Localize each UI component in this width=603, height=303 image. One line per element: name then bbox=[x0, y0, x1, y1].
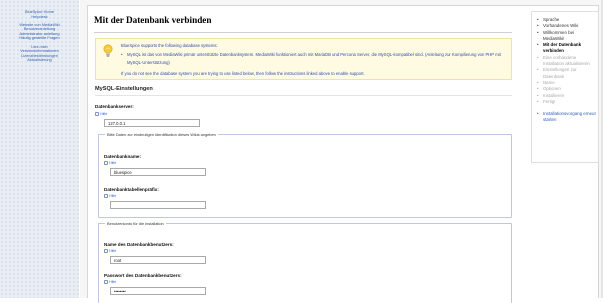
notice-mysql-bullet: MySQL ist das von MediaWiki primär unter… bbox=[121, 51, 505, 67]
db-server-input[interactable] bbox=[104, 119, 200, 127]
db-password-help-link[interactable]: Hilfe bbox=[104, 280, 116, 284]
database-support-notice: BlueSpice supports the following databas… bbox=[95, 38, 512, 80]
content-panel: Mit der Datenbank verbinden BlueSpice su… bbox=[87, 5, 599, 303]
main-area: Mit der Datenbank verbinden BlueSpice su… bbox=[80, 0, 603, 303]
notice-heading: BlueSpice supports the following databas… bbox=[121, 43, 218, 48]
help-label: Hilfe bbox=[109, 249, 117, 254]
wiki-identification-legend: Bitte Daten zur eindeutigen Identifikati… bbox=[105, 132, 218, 137]
db-server-label: Datenbankserver: bbox=[95, 104, 134, 109]
help-label: Hilfe bbox=[109, 161, 117, 166]
section-divider bbox=[95, 95, 512, 96]
installer-step-6: Einstellungen zur Datenbank bbox=[532, 67, 598, 80]
help-icon bbox=[95, 112, 99, 116]
help-icon bbox=[104, 194, 108, 198]
installer-step-5: Eine vorhandene Installation aktualisier… bbox=[532, 55, 598, 68]
installer-step-10: Fertig! bbox=[532, 99, 598, 106]
title-divider bbox=[94, 32, 512, 33]
left-sidebar: BlueSpice Home Helpdesk Website von Medi… bbox=[0, 0, 79, 298]
nav-link-upgrade[interactable]: Aktualisierung bbox=[0, 58, 79, 63]
restart-installation-link[interactable]: Installationsvorgang erneut starten bbox=[532, 111, 598, 124]
help-icon bbox=[104, 249, 108, 253]
installer-step-3[interactable]: Willkommen bei MediaWiki! bbox=[532, 30, 598, 43]
installer-step-4[interactable]: Mit der Datenbank verbinden bbox=[532, 42, 598, 55]
db-user-label: Name des Datenbankbenutzers: bbox=[104, 242, 174, 247]
help-icon bbox=[104, 161, 108, 165]
table-prefix-input[interactable] bbox=[110, 201, 206, 209]
page-title: Mit der Datenbank verbinden bbox=[94, 15, 212, 25]
db-password-label: Passwort des Datenbankbenutzers: bbox=[104, 273, 182, 278]
help-label: Hilfe bbox=[109, 194, 117, 199]
db-name-label: Datenbankname: bbox=[104, 154, 142, 159]
db-user-input[interactable] bbox=[110, 256, 206, 264]
mysql-settings-heading: MySQL-Einstellungen bbox=[95, 86, 153, 92]
help-label: Hilfe bbox=[100, 112, 108, 117]
install-account-legend: Benutzerkonto für die Installation bbox=[105, 221, 166, 226]
table-prefix-help-link[interactable]: Hilfe bbox=[104, 194, 116, 198]
help-icon bbox=[104, 280, 108, 284]
help-label: Hilfe bbox=[109, 280, 117, 285]
table-prefix-label: Datenbanktabellenpräfix: bbox=[104, 187, 159, 192]
installer-steps-panel: SpracheVorhandenes WikiWillkommen bei Me… bbox=[531, 11, 599, 163]
nav-link-faq[interactable]: Häufig gestellte Fragen bbox=[0, 36, 79, 41]
lightbulb-icon bbox=[103, 44, 113, 57]
db-name-help-link[interactable]: Hilfe bbox=[104, 161, 116, 165]
left-nav-list: BlueSpice Home Helpdesk Website von Medi… bbox=[0, 0, 79, 63]
db-password-input[interactable] bbox=[110, 287, 206, 295]
db-name-input[interactable] bbox=[110, 168, 206, 176]
nav-link-helpdesk[interactable]: Helpdesk bbox=[0, 14, 79, 20]
db-user-help-link[interactable]: Hilfe bbox=[104, 249, 116, 253]
notice-footer: If you do not see the database system yo… bbox=[121, 71, 365, 76]
installer-steps-list: SpracheVorhandenes WikiWillkommen bei Me… bbox=[532, 12, 598, 124]
db-server-help-link[interactable]: Hilfe bbox=[95, 112, 107, 116]
